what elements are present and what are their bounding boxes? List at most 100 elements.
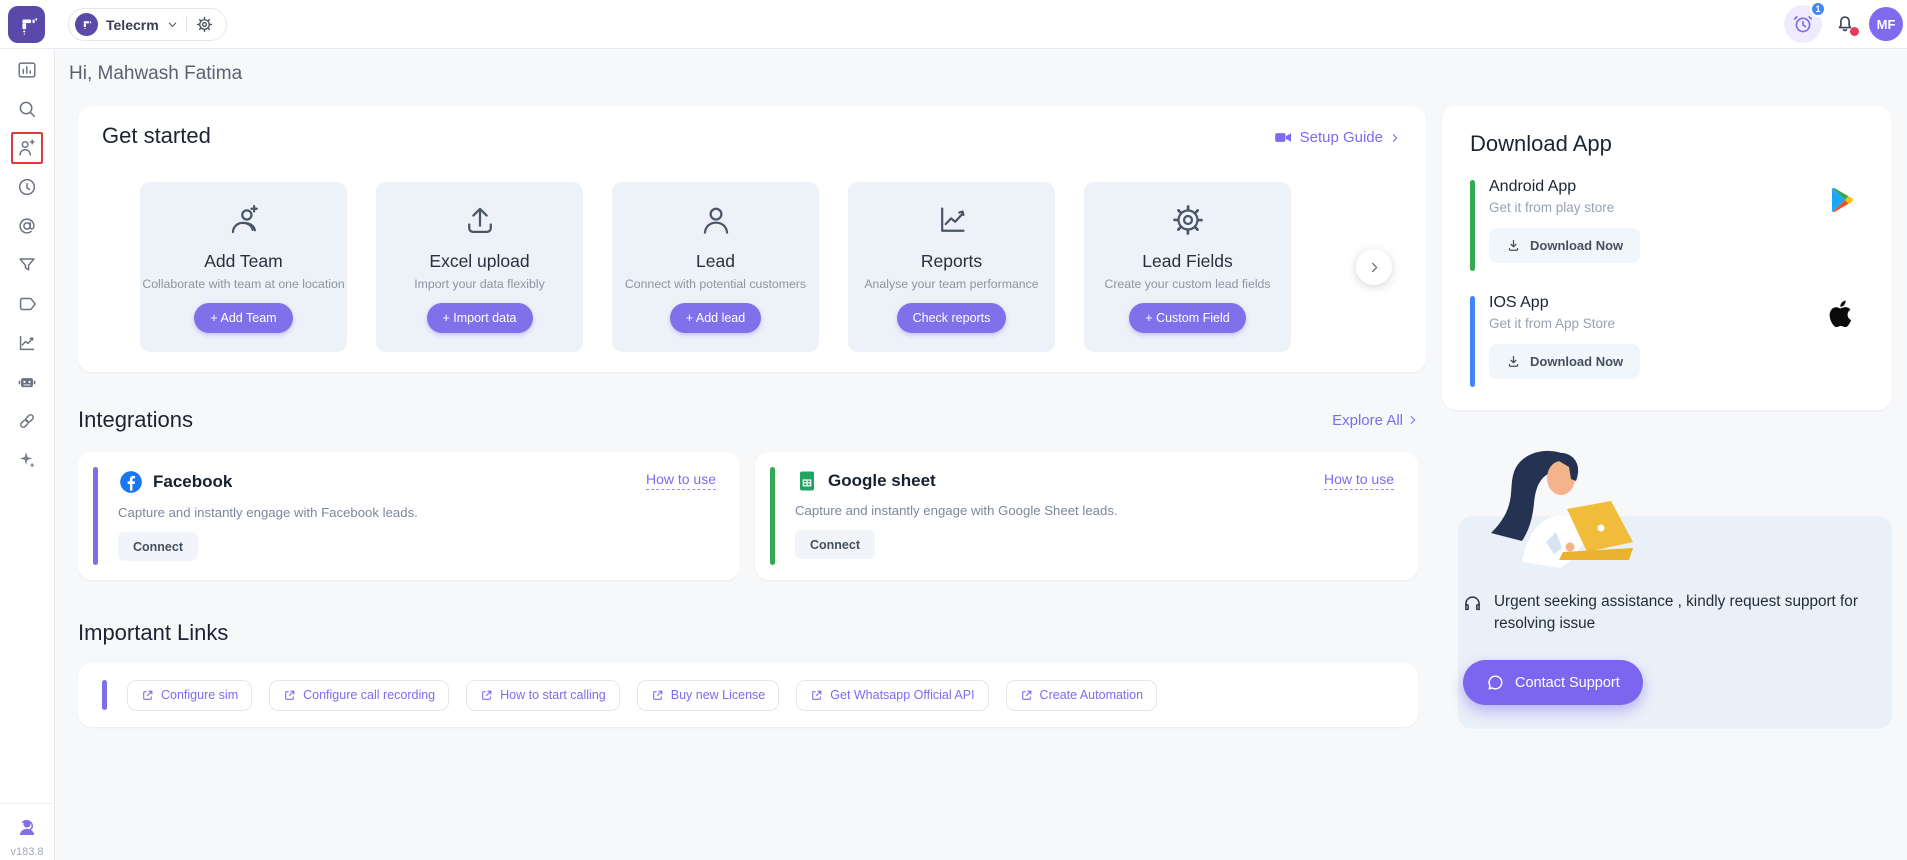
download-label: Download Now: [1530, 354, 1624, 369]
tile-title: Lead: [696, 251, 735, 271]
integration-link-icon: [20, 414, 34, 428]
sidebar-footer: v183.8: [0, 803, 54, 860]
how-to-use-link[interactable]: How to use: [1323, 471, 1394, 490]
external-link-icon: [1021, 690, 1031, 700]
filter-icon: [19, 258, 35, 271]
support-agent-icon: [19, 820, 35, 835]
ai-sparkle-icon: [19, 452, 35, 468]
link-create-automation[interactable]: Create Automation: [1005, 679, 1158, 711]
tile-lead-fields: Lead Fields Create your custom lead fiel…: [1084, 182, 1291, 352]
sidebar-item-dashboard[interactable]: [11, 54, 43, 86]
sidebar-item-automation[interactable]: [11, 366, 43, 398]
connect-facebook-button[interactable]: Connect: [118, 532, 198, 561]
play-store-icon[interactable]: [1826, 184, 1858, 216]
apple-icon[interactable]: [1822, 296, 1858, 332]
chat-bubble-icon: [1488, 675, 1503, 690]
video-icon: [1274, 133, 1291, 142]
link-label: Create Automation: [1039, 688, 1144, 702]
link-whatsapp-official-api[interactable]: Get Whatsapp Official API: [796, 679, 989, 711]
explore-all-link[interactable]: Explore All: [1332, 412, 1418, 429]
sidebar-item-add-user[interactable]: [11, 132, 43, 164]
sidebar-item-mentions[interactable]: [11, 210, 43, 242]
automation-bot-icon: [18, 378, 36, 388]
sidebar-item-integrations[interactable]: [11, 405, 43, 437]
alarm-clock-icon: [1793, 16, 1813, 33]
check-reports-button[interactable]: Check reports: [896, 303, 1007, 333]
tile-description: Analyse your team performance: [864, 277, 1039, 291]
carousel-next-button[interactable]: [1356, 249, 1392, 285]
sidebar: v183.8: [0, 49, 55, 860]
reminders-badge: 1: [1810, 1, 1826, 17]
download-app-section: Download App Android App Get it from pla…: [1442, 106, 1892, 410]
link-configure-call-recording[interactable]: Configure call recording: [269, 679, 450, 711]
workspace-switcher[interactable]: Telecrm: [68, 8, 227, 41]
sidebar-item-ai[interactable]: [11, 444, 43, 476]
link-label: How to start calling: [500, 688, 606, 702]
app-name: Android App: [1489, 178, 1577, 195]
link-label: Configure sim: [161, 688, 239, 702]
lead-fields-icon: [1172, 205, 1203, 235]
how-to-use-link[interactable]: How to use: [645, 471, 716, 490]
download-icon: [1508, 355, 1519, 367]
download-android-button[interactable]: Download Now: [1489, 228, 1641, 263]
sidebar-item-support[interactable]: [11, 811, 43, 843]
explore-all-label: Explore All: [1332, 411, 1403, 429]
settings-gear-icon[interactable]: [195, 15, 214, 34]
import-data-button[interactable]: + Import data: [426, 303, 533, 333]
sidebar-item-recent[interactable]: [11, 171, 43, 203]
tile-description: Collaborate with team at one location: [142, 277, 345, 291]
download-icon: [1508, 239, 1519, 251]
important-links-card: Configure sim Configure call recording H…: [78, 663, 1418, 727]
tile-title: Lead Fields: [1142, 251, 1233, 271]
external-link-icon: [482, 690, 492, 700]
reports-icon: [940, 207, 965, 232]
custom-field-button[interactable]: + Custom Field: [1129, 303, 1246, 333]
integrations-header: Integrations Explore All: [78, 407, 1418, 433]
add-lead-button[interactable]: + Add lead: [669, 303, 762, 333]
connect-google-sheet-button[interactable]: Connect: [795, 530, 875, 559]
app-name: IOS App: [1489, 294, 1549, 311]
lead-icon: [703, 207, 728, 234]
get-started-title: Get started: [102, 123, 211, 148]
tile-excel-upload: Excel upload Import your data flexibly +…: [376, 182, 583, 352]
download-ios-button[interactable]: Download Now: [1489, 344, 1641, 379]
accent-bar: [1470, 180, 1475, 271]
link-configure-sim[interactable]: Configure sim: [127, 679, 253, 711]
important-links-title: Important Links: [78, 620, 229, 645]
sidebar-item-tags[interactable]: [11, 288, 43, 320]
link-label: Get Whatsapp Official API: [830, 688, 975, 702]
tags-icon: [19, 297, 36, 311]
recent-activity-icon: [18, 178, 36, 196]
divider: [185, 16, 187, 33]
contact-support-label: Contact Support: [1515, 674, 1620, 691]
setup-guide-link[interactable]: Setup Guide: [1274, 128, 1400, 147]
integration-description: Capture and instantly engage with Facebo…: [118, 505, 418, 520]
tile-reports: Reports Analyse your team performance Ch…: [848, 182, 1055, 352]
integration-name: Google sheet: [828, 471, 936, 490]
link-buy-new-license[interactable]: Buy new License: [636, 679, 780, 711]
tile-description: Connect with potential customers: [624, 277, 807, 291]
notifications-button[interactable]: [1834, 12, 1860, 38]
support-illustration: [1460, 444, 1636, 582]
android-app-row: Android App Get it from play store Downl…: [1470, 178, 1864, 273]
external-link-icon: [143, 690, 153, 700]
accent-bar: [770, 467, 775, 565]
headphones-icon: [1465, 596, 1480, 611]
add-team-button[interactable]: + Add Team: [194, 303, 293, 333]
telecrm-logo: [8, 6, 45, 43]
link-label: Configure call recording: [303, 688, 436, 702]
support-message: Urgent seeking assistance , kindly reque…: [1494, 593, 1858, 633]
external-link-icon: [652, 690, 663, 700]
sidebar-item-analytics[interactable]: [11, 327, 43, 359]
sidebar-item-search[interactable]: [11, 93, 43, 125]
user-avatar[interactable]: MF: [1869, 7, 1903, 41]
chevron-right-icon: [1371, 262, 1377, 272]
contact-support-button[interactable]: Contact Support: [1463, 660, 1643, 705]
get-started-section: Get started Setup Guide Add Team Collabo…: [78, 106, 1426, 372]
tile-description: Import your data flexibly: [414, 277, 545, 291]
link-how-to-start-calling[interactable]: How to start calling: [466, 679, 620, 711]
topbar: Telecrm 1 MF: [0, 0, 1907, 49]
setup-guide-label: Setup Guide: [1299, 129, 1383, 146]
sidebar-item-filter[interactable]: [11, 249, 43, 281]
workspace-name: Telecrm: [106, 16, 159, 33]
